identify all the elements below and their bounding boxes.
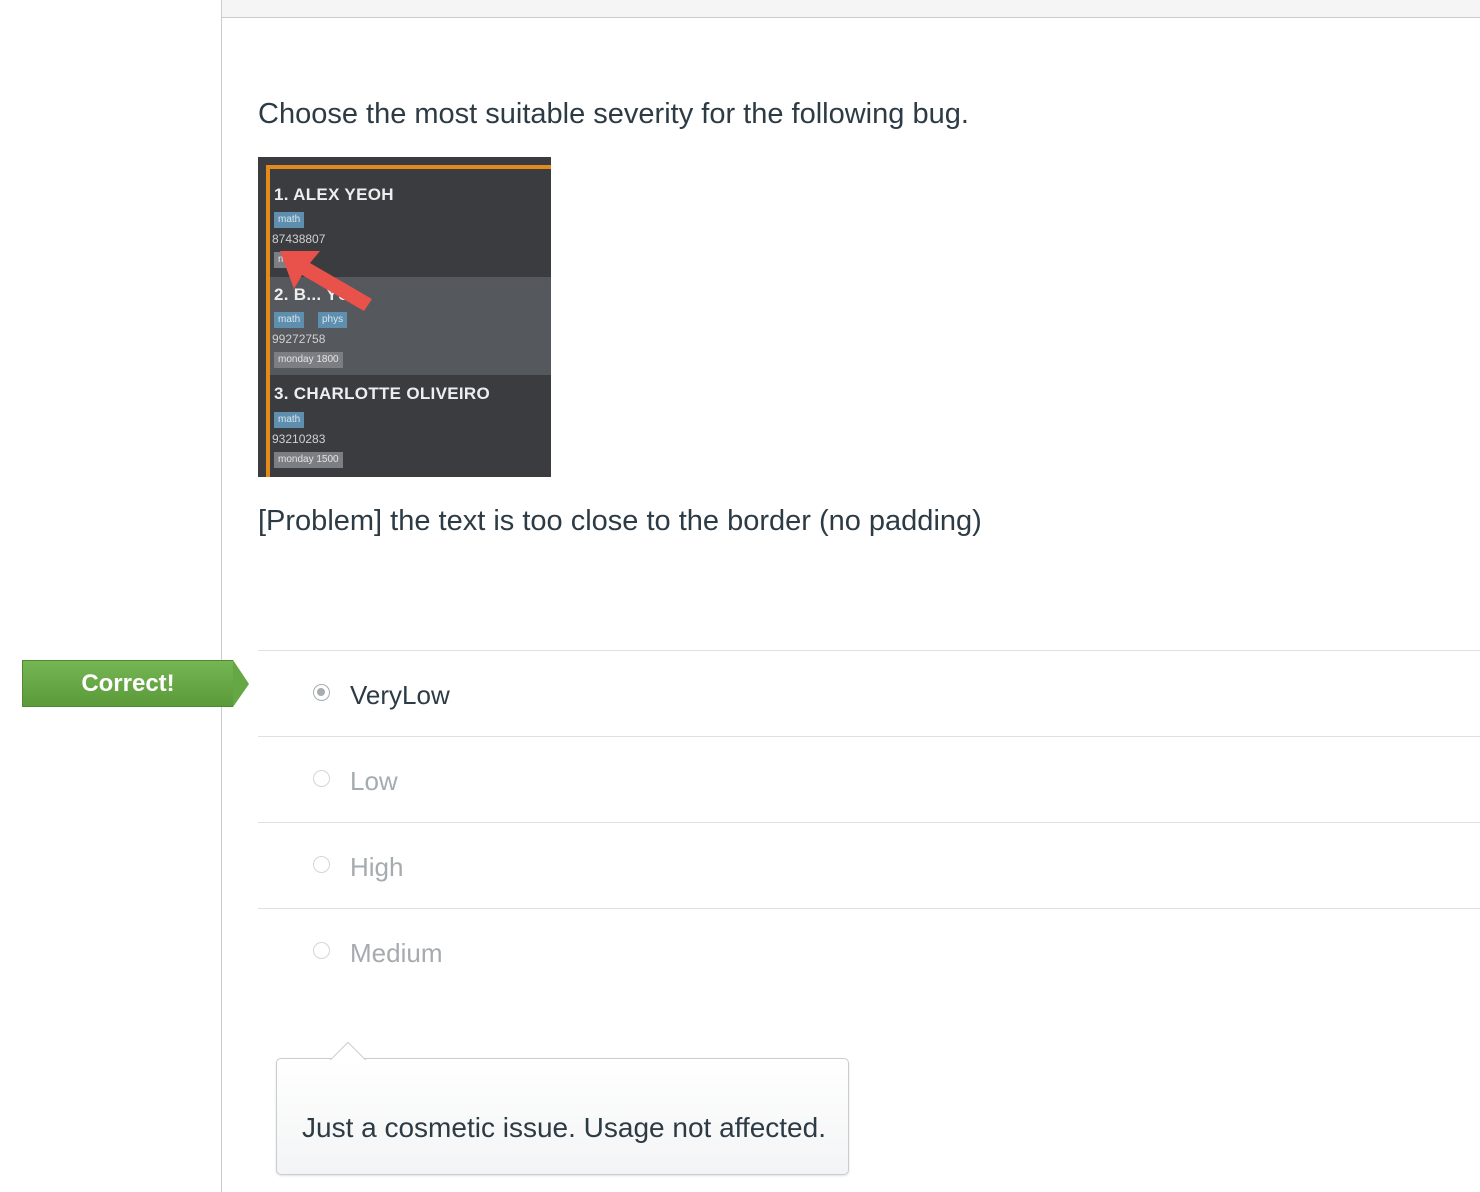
card-phone: 87438807 xyxy=(272,232,326,246)
radio-icon[interactable] xyxy=(313,942,330,959)
problem-description: [Problem] the text is too close to the b… xyxy=(258,505,982,537)
radio-icon[interactable] xyxy=(313,770,330,787)
card-phone: 93210283 xyxy=(272,432,326,446)
card-name: 3. CHARLOTTE OLIVEIRO xyxy=(274,384,490,403)
card-tag: math xyxy=(274,212,305,228)
radio-selected-icon[interactable] xyxy=(313,684,330,701)
answer-label: Medium xyxy=(350,938,443,968)
feedback-text: Just a cosmetic issue. Usage not affecte… xyxy=(302,1112,826,1143)
question-prompt: Choose the most suitable severity for th… xyxy=(258,98,969,130)
card-time: monday 1500 xyxy=(274,452,343,468)
left-divider xyxy=(221,0,222,1192)
answer-list: VeryLow Low High Medium xyxy=(258,650,1480,994)
answer-label: Low xyxy=(350,766,398,796)
answer-label: High xyxy=(350,852,404,882)
card-name: 1. ALEX YEOH xyxy=(274,185,394,204)
quiz-page: Choose the most suitable severity for th… xyxy=(0,0,1480,1192)
answer-label: VeryLow xyxy=(350,680,450,710)
red-arrow-icon xyxy=(280,251,372,311)
correct-flag: Correct! xyxy=(22,660,233,707)
radio-icon[interactable] xyxy=(313,856,330,873)
feedback-caret xyxy=(330,1040,366,1060)
answer-option-high[interactable]: High xyxy=(258,822,1480,908)
answer-option-medium[interactable]: Medium xyxy=(258,908,1480,994)
bug-screenshot-image: 1. ALEX YEOH math 87438807 m...0 2. B...… xyxy=(258,157,551,477)
card-tag: math xyxy=(274,412,305,428)
header-band xyxy=(222,0,1480,18)
answer-option-low[interactable]: Low xyxy=(258,736,1480,822)
feedback-box: Just a cosmetic issue. Usage not affecte… xyxy=(276,1058,849,1175)
orange-frame-top xyxy=(266,165,551,169)
correct-flag-tip xyxy=(233,660,249,707)
answer-option-verylow[interactable]: VeryLow xyxy=(258,650,1480,736)
card-time: monday 1800 xyxy=(274,352,343,368)
card-phone: 99272758 xyxy=(272,332,326,346)
